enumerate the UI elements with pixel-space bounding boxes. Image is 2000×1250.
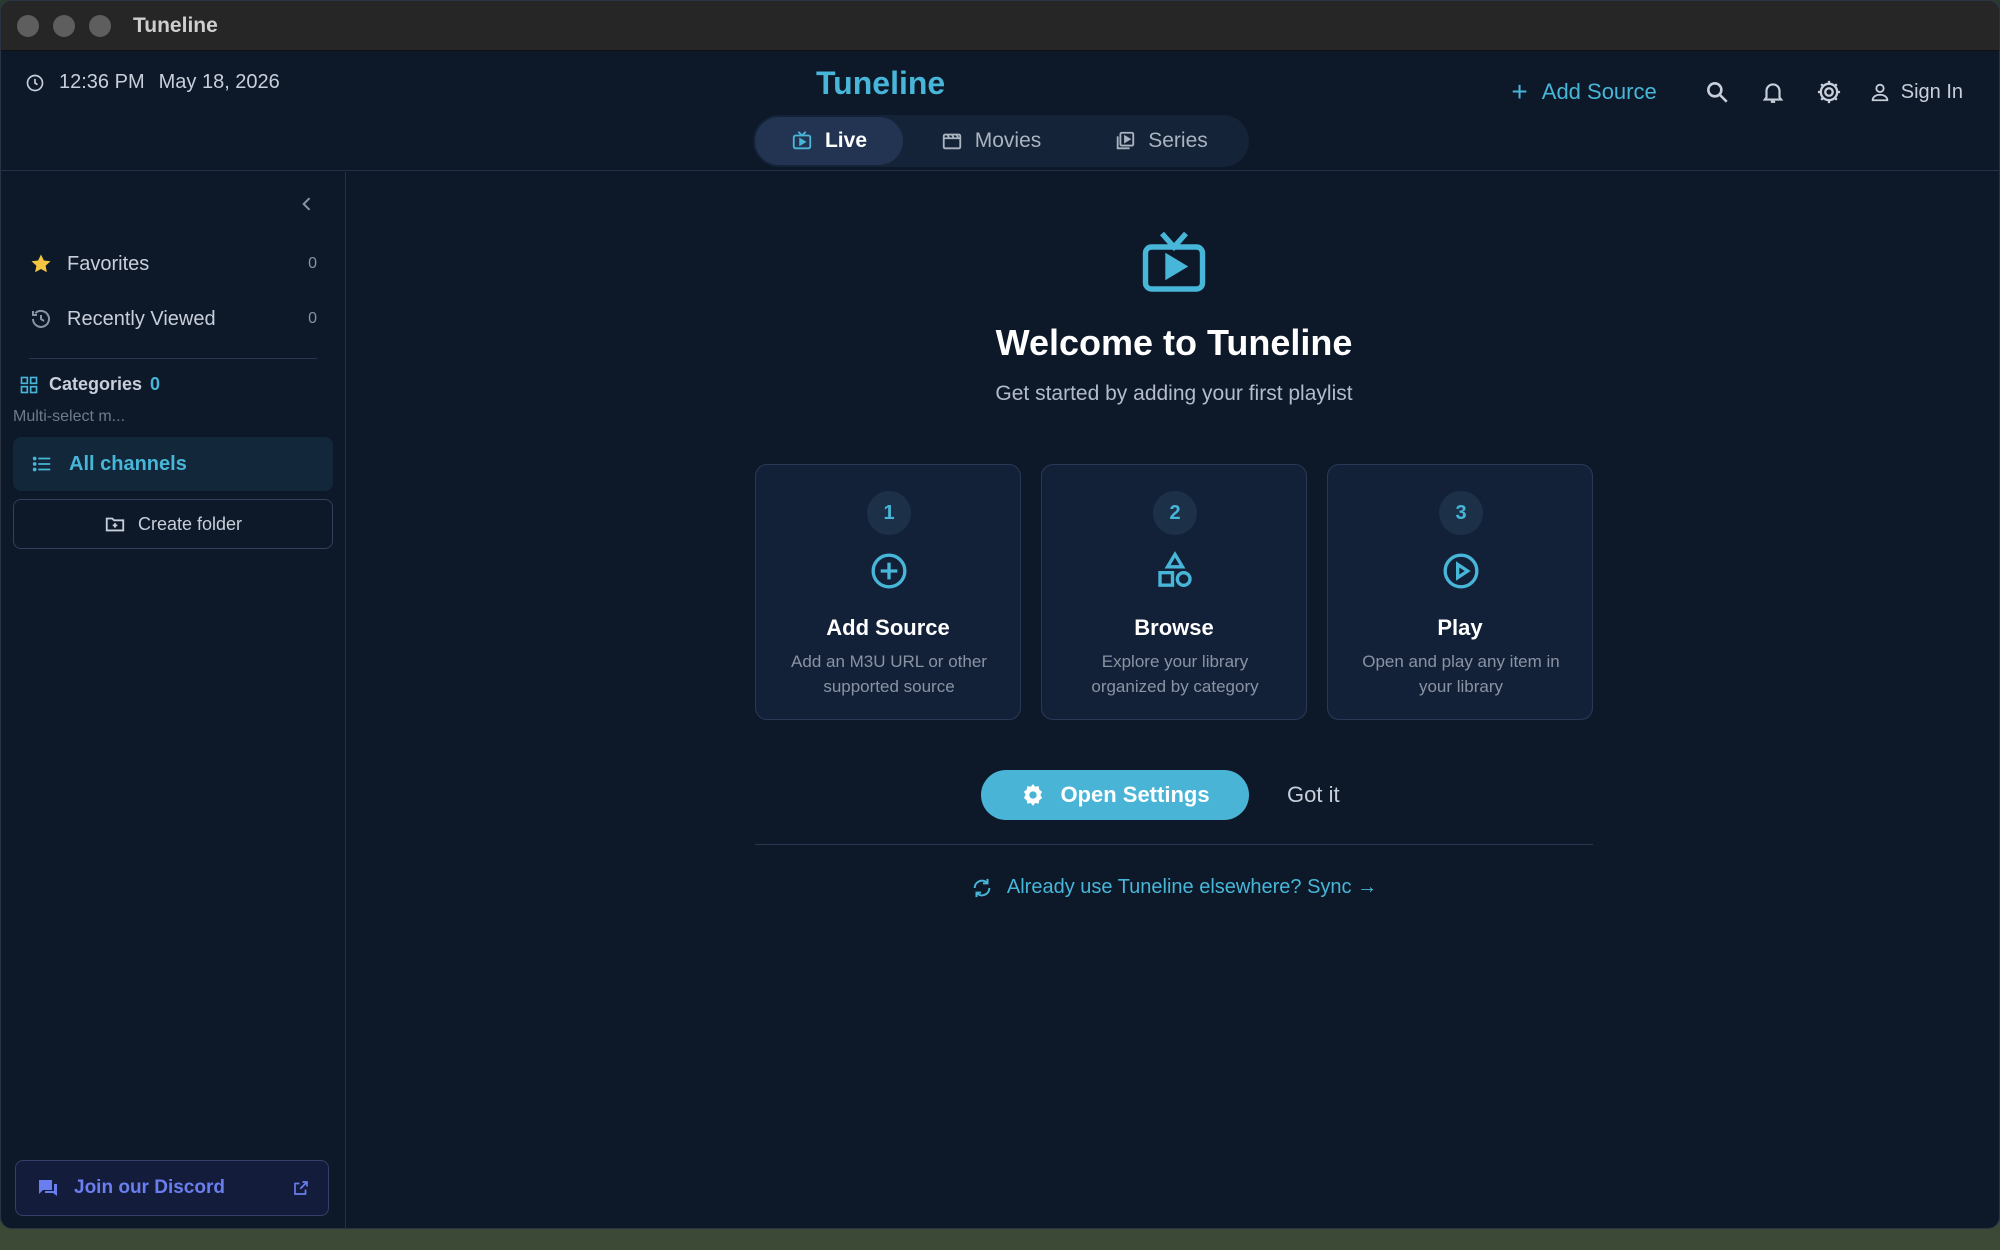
collapse-sidebar-button[interactable] — [297, 194, 317, 219]
open-settings-button[interactable]: Open Settings — [981, 770, 1249, 820]
settings-button[interactable] — [1813, 76, 1845, 108]
notifications-button[interactable] — [1757, 76, 1789, 108]
sync-link[interactable]: Already use Tuneline elsewhere? Sync → — [347, 876, 1999, 899]
plus-circle-icon — [871, 553, 907, 589]
clock: 12:36 PM May 18, 2026 — [25, 71, 280, 94]
recently-viewed-count: 0 — [308, 310, 317, 327]
bell-icon — [1762, 83, 1784, 103]
live-tv-icon — [792, 131, 812, 150]
star-icon — [31, 254, 51, 273]
favorites-label: Favorites — [67, 252, 150, 275]
welcome-title: Welcome to Tuneline — [995, 322, 1353, 363]
all-channels-label: All channels — [69, 452, 187, 475]
search-button[interactable] — [1701, 76, 1733, 108]
step-number: 1 — [867, 491, 911, 535]
sidebar-item-all-channels[interactable]: All channels — [13, 437, 333, 491]
series-stack-icon — [1116, 131, 1135, 150]
search-icon — [1706, 82, 1728, 103]
minimize-window-button[interactable] — [53, 14, 75, 37]
current-time: 12:36 PM — [59, 71, 145, 93]
external-link-icon — [294, 1181, 308, 1195]
content-tabs: Live Movies Series — [753, 115, 1249, 167]
step-description: Add an M3U URL or other supported source — [791, 652, 987, 696]
header-actions: + Add Source Sign In — [1511, 69, 1963, 115]
tv-icon — [1142, 231, 1206, 292]
tab-series[interactable]: Series — [1079, 117, 1243, 165]
play-circle-icon — [1443, 553, 1479, 589]
window-title: Tuneline — [133, 13, 218, 37]
step-description: Open and play any item in your library — [1362, 652, 1560, 696]
plus-icon: + — [1511, 76, 1528, 107]
maximize-window-button[interactable] — [89, 14, 111, 37]
shapes-icon — [1158, 551, 1192, 587]
sidebar-item-recently-viewed[interactable]: Recently Viewed 0 — [29, 301, 319, 337]
chat-bubble-icon — [39, 1180, 57, 1196]
sign-in-label: Sign In — [1900, 80, 1963, 103]
categories-label: Categories — [49, 374, 143, 394]
list-icon — [32, 456, 51, 472]
sync-label: Already use Tuneline elsewhere? Sync → — [1006, 876, 1378, 898]
app-window: Tuneline 12:36 PM May 18, 2026 Tuneline … — [0, 0, 2000, 1229]
step-title: Browse — [1134, 615, 1214, 640]
main-content: Welcome to Tuneline Get started by addin… — [347, 172, 1999, 1228]
app-header: 12:36 PM May 18, 2026 Tuneline + Add Sou… — [1, 51, 1999, 171]
folder-plus-icon — [105, 517, 125, 532]
join-discord-button[interactable]: Join our Discord — [15, 1160, 329, 1216]
gear-icon — [1024, 783, 1043, 806]
step-card-play: 3 Play Open and play any item in your li… — [1327, 464, 1593, 720]
tab-live-label: Live — [824, 129, 868, 152]
got-it-button[interactable]: Got it — [1287, 782, 1340, 808]
step-card-add-source: 1 Add Source Add an M3U URL or other sup… — [755, 464, 1021, 720]
recently-viewed-label: Recently Viewed — [67, 307, 216, 330]
step-title: Play — [1437, 615, 1483, 640]
step-title: Add Source — [826, 615, 950, 640]
discord-label: Join our Discord — [74, 1177, 225, 1198]
add-source-label: Add Source — [1541, 79, 1657, 104]
tab-series-label: Series — [1148, 129, 1208, 152]
tab-movies[interactable]: Movies — [903, 117, 1079, 165]
current-date: May 18, 2026 — [158, 71, 280, 93]
step-number: 2 — [1153, 491, 1197, 535]
gear-icon — [1817, 80, 1840, 104]
multi-select-hint: Multi-select m... — [13, 408, 126, 425]
history-icon — [32, 309, 50, 328]
title-bar: Tuneline — [1, 1, 1999, 51]
categories-header: Categories 0 — [19, 374, 160, 395]
clapperboard-icon — [942, 133, 961, 150]
close-window-button[interactable] — [17, 14, 39, 37]
sidebar: Favorites 0 Recently Viewed 0 Categories… — [1, 172, 346, 1228]
sync-icon — [973, 878, 991, 897]
sidebar-item-favorites[interactable]: Favorites 0 — [29, 246, 319, 282]
content-divider — [755, 844, 1593, 845]
step-description: Explore your library organized by catego… — [1091, 652, 1259, 696]
user-icon — [1871, 83, 1888, 102]
categories-count: 0 — [150, 374, 161, 394]
add-source-button[interactable]: + Add Source — [1511, 78, 1656, 106]
grid-icon — [20, 376, 38, 393]
create-folder-button[interactable]: Create folder — [13, 499, 333, 549]
open-settings-label: Open Settings — [1060, 782, 1210, 807]
tab-live[interactable]: Live — [755, 117, 903, 165]
create-folder-label: Create folder — [137, 513, 243, 534]
sidebar-divider — [29, 358, 317, 359]
sign-in-button[interactable]: Sign In — [1869, 81, 1963, 104]
step-number: 3 — [1439, 491, 1483, 535]
brand-title: Tuneline — [816, 65, 946, 101]
welcome-subtitle: Get started by adding your first playlis… — [995, 382, 1353, 405]
clock-icon — [26, 74, 44, 91]
tab-movies-label: Movies — [974, 129, 1042, 152]
chevron-left-icon — [302, 197, 311, 211]
favorites-count: 0 — [308, 255, 317, 272]
step-card-browse: 2 Browse Explore your library organized … — [1041, 464, 1307, 720]
